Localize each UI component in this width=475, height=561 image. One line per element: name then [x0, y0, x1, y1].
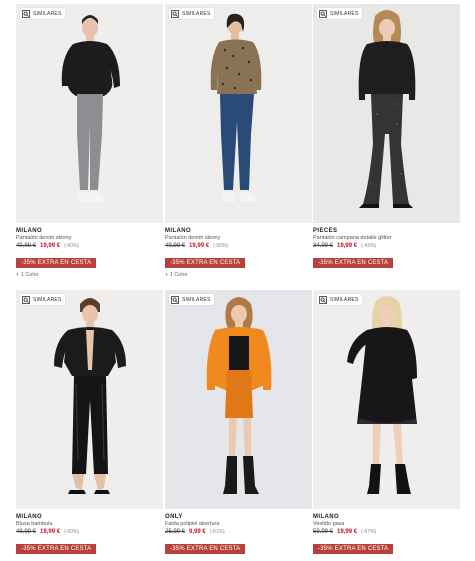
similar-button[interactable]: SIMILARES	[169, 294, 215, 305]
similar-label: SIMILARES	[330, 296, 359, 303]
old-price: 34,99 €	[313, 243, 334, 249]
product-grid: SIMILARES MILANO Pantalón denim skinny 4…	[0, 0, 475, 561]
similar-icon	[319, 295, 327, 304]
model-figure	[358, 10, 416, 208]
discount-percent: (-60%)	[213, 243, 229, 249]
product-card[interactable]: SIMILARES MILANO Pantalón denim skinny 4…	[16, 4, 163, 278]
more-colors-link[interactable]: + 1 Color	[16, 272, 163, 278]
product-name[interactable]: Pantalón campana detalle glitter	[313, 235, 460, 242]
sale-price: 19,99 €	[40, 243, 61, 249]
old-price: 49,99 €	[16, 243, 37, 249]
similar-label: SIMILARES	[182, 296, 211, 303]
promo-badge: -35% EXTRA EN CESTA	[16, 544, 97, 554]
product-brand: MILANO	[165, 228, 192, 234]
product-name[interactable]: Pantalón denim skinny	[165, 235, 312, 242]
sale-price: 19,99 €	[337, 243, 358, 249]
product-brand: MILANO	[16, 228, 43, 234]
discount-percent: (-60%)	[64, 529, 80, 535]
product-name[interactable]: Falda polipiel abertura	[165, 521, 312, 528]
similar-icon	[22, 295, 30, 304]
promo-badge: -35% EXTRA EN CESTA	[313, 258, 394, 268]
old-price: 49,99 €	[16, 529, 37, 535]
similar-icon	[22, 9, 30, 18]
sale-price: 19,99 €	[337, 529, 358, 535]
model-figure	[54, 298, 126, 494]
product-image[interactable]: SIMILARES	[165, 4, 312, 223]
sale-price: 9,99 €	[189, 529, 206, 535]
product-brand: ONLY	[165, 514, 183, 520]
similar-button[interactable]: SIMILARES	[317, 294, 363, 305]
promo-badge: -35% EXTRA EN CESTA	[165, 544, 246, 554]
product-card[interactable]: SIMILARES PIECES Pantalón campana detall…	[313, 4, 460, 269]
old-price: 59,99 €	[313, 529, 334, 535]
product-brand: MILANO	[313, 514, 340, 520]
price-row: 59,99 € 19,99 € (-67%)	[313, 528, 460, 537]
product-card[interactable]: SIMILARES MILANO Vestido gasa 59,99 € 19…	[313, 290, 460, 555]
product-name[interactable]: Vestido gasa	[313, 521, 460, 528]
product-name[interactable]: Blusa bambula	[16, 521, 163, 528]
price-row: 49,99 € 19,99 € (-60%)	[16, 242, 163, 251]
similar-label: SIMILARES	[33, 296, 62, 303]
price-row: 34,99 € 19,99 € (-43%)	[313, 242, 460, 251]
promo-badge: -35% EXTRA EN CESTA	[16, 258, 97, 268]
product-image[interactable]: SIMILARES	[313, 290, 460, 509]
product-card[interactable]: SIMILARES ONLY Falda polipiel abertura 2…	[165, 290, 312, 555]
model-figure	[210, 13, 262, 202]
discount-percent: (-61%)	[209, 529, 225, 535]
similar-button[interactable]: SIMILARES	[169, 8, 215, 19]
product-image[interactable]: SIMILARES	[165, 290, 312, 509]
old-price: 25,99 €	[165, 529, 186, 535]
product-brand: PIECES	[313, 228, 338, 234]
product-name[interactable]: Pantalón denim skinny	[16, 235, 163, 242]
similar-button[interactable]: SIMILARES	[20, 8, 66, 19]
price-row: 49,99 € 19,99 € (-60%)	[16, 528, 163, 537]
sale-price: 19,99 €	[189, 243, 210, 249]
product-image[interactable]: SIMILARES	[313, 4, 460, 223]
product-image[interactable]: SIMILARES	[16, 4, 163, 223]
price-row: 49,99 € 19,99 € (-60%)	[165, 242, 312, 251]
similar-icon	[171, 295, 179, 304]
promo-badge: -35% EXTRA EN CESTA	[165, 258, 246, 268]
similar-icon	[171, 9, 179, 18]
product-card[interactable]: SIMILARES MILANO Blusa bambula 49,99 € 1…	[16, 290, 163, 555]
discount-percent: (-43%)	[361, 243, 377, 249]
similar-label: SIMILARES	[33, 10, 62, 17]
product-card[interactable]: SIMILARES MILANO Pantalón denim skinny 4…	[165, 4, 312, 278]
similar-label: SIMILARES	[330, 10, 359, 17]
discount-percent: (-60%)	[64, 243, 80, 249]
discount-percent: (-67%)	[361, 529, 377, 535]
product-brand: MILANO	[16, 514, 43, 520]
model-figure	[347, 296, 417, 494]
price-row: 25,99 € 9,99 € (-61%)	[165, 528, 312, 537]
promo-badge: -35% EXTRA EN CESTA	[313, 544, 394, 554]
similar-button[interactable]: SIMILARES	[317, 8, 363, 19]
model-figure	[61, 15, 120, 202]
similar-icon	[319, 9, 327, 18]
old-price: 49,99 €	[165, 243, 186, 249]
product-image[interactable]: SIMILARES	[16, 290, 163, 509]
model-figure	[206, 297, 272, 494]
more-colors-link[interactable]: + 1 Color	[165, 272, 312, 278]
similar-button[interactable]: SIMILARES	[20, 294, 66, 305]
sale-price: 19,99 €	[40, 529, 61, 535]
similar-label: SIMILARES	[182, 10, 211, 17]
